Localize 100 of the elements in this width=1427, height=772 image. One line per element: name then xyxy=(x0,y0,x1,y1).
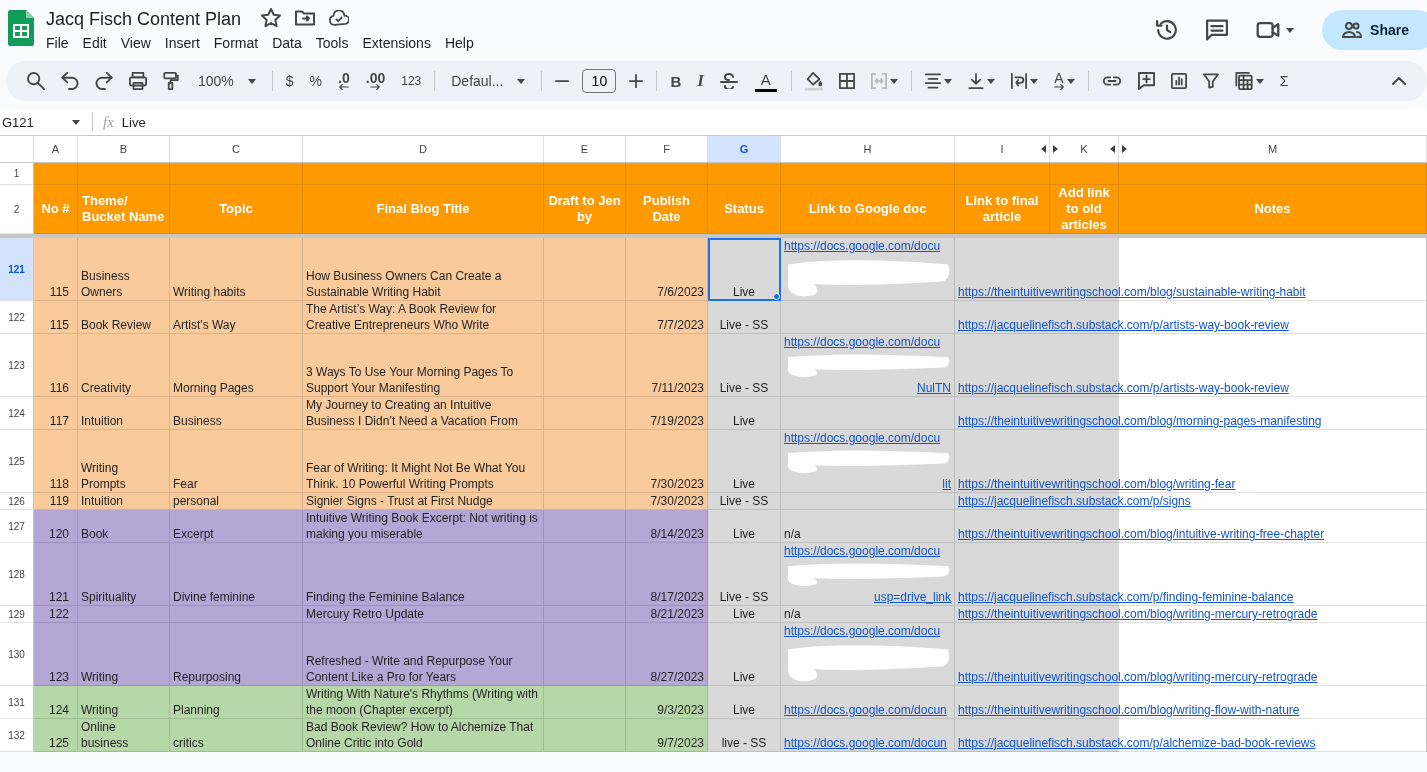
expand-right-icon[interactable] xyxy=(1122,145,1127,153)
row-header[interactable]: 2 xyxy=(0,185,34,234)
fill-handle[interactable] xyxy=(773,293,780,300)
menu-item[interactable]: Help xyxy=(437,31,481,54)
table-cell: 125 xyxy=(34,719,78,752)
row-header[interactable]: 125 xyxy=(0,430,34,493)
text-rotation-button[interactable]: A xyxy=(1046,67,1082,95)
column-header[interactable]: A xyxy=(34,136,78,162)
table-cell: 7/6/2023 xyxy=(626,238,708,301)
article-link[interactable]: https://theintuitivewritingschool.com/blog/morning-pages-manifesting xyxy=(958,413,1322,429)
row-header[interactable]: 127 xyxy=(0,510,34,543)
caret-icon xyxy=(72,119,80,125)
column-header[interactable]: D xyxy=(303,136,544,162)
doc-link[interactable]: https://docs.google.com/docu xyxy=(784,430,951,446)
table-cell: Intuition xyxy=(78,397,170,430)
strikethrough-icon xyxy=(719,73,738,89)
doc-link[interactable]: NulTN xyxy=(917,380,951,396)
decimal-button[interactable]: .00 xyxy=(358,67,393,95)
article-link[interactable]: https://jacquelinefisch.substack.com/p/finding-feminine-balance xyxy=(958,589,1294,605)
version-history-button[interactable] xyxy=(1156,19,1179,41)
doc-link[interactable]: lit xyxy=(942,476,951,492)
expand-right-icon[interactable] xyxy=(1053,145,1058,153)
row-header[interactable]: 124 xyxy=(0,397,34,430)
table-cell: Fear of Writing: It Might Not Be What You Think. 10 Powerful Writing Prompts xyxy=(303,430,544,493)
table-cell: 7/11/2023 xyxy=(626,334,708,397)
table-cell: 7/7/2023 xyxy=(626,301,708,334)
font-size-field[interactable]: 10 xyxy=(582,69,617,93)
article-link[interactable]: https://theintuitivewritingschool.com/blog/intuitive-writing-free-chapter xyxy=(958,526,1325,542)
table-cell: The Artist’s Way: A Book Review for Creative Entrepreneurs Who Write xyxy=(303,301,544,334)
row-header[interactable]: 123 xyxy=(0,334,34,397)
doc-link[interactable]: https://docs.google.com/docu xyxy=(784,334,951,350)
row-header[interactable]: 132 xyxy=(0,719,34,752)
comments-button[interactable] xyxy=(1206,19,1229,41)
dropdown[interactable]: 100% xyxy=(188,67,266,95)
menu-item[interactable]: View xyxy=(113,31,158,54)
formula-value[interactable]: Live xyxy=(121,114,146,130)
dropdown[interactable]: Defaul... xyxy=(441,67,536,95)
article-link[interactable]: https://jacquelinefisch.substack.com/p/signs xyxy=(958,493,1191,509)
menu-item[interactable]: Data xyxy=(265,31,309,54)
article-link[interactable]: https://theintuitivewritingschool.com/blog/writing-fear xyxy=(958,476,1236,492)
menu-item[interactable]: File xyxy=(39,31,76,54)
doc-link[interactable]: https://docs.google.com/docu xyxy=(784,238,951,254)
header-cell: No # xyxy=(34,185,78,234)
row-header[interactable]: 126 xyxy=(0,493,34,510)
table-cell: Book Review xyxy=(78,301,170,334)
toolbar-button[interactable]: $ xyxy=(278,67,301,95)
column-header[interactable]: M xyxy=(1119,136,1427,162)
toolbar-button[interactable]: B xyxy=(663,67,689,95)
column-header[interactable]: C xyxy=(170,136,303,162)
article-link[interactable]: https://jacquelinefisch.substack.com/p/artists-way-book-review xyxy=(958,380,1289,396)
column-header[interactable]: I xyxy=(955,136,1050,162)
toolbar-button[interactable]: Σ xyxy=(1272,67,1296,95)
doc-link[interactable]: https://docs.google.com/docu xyxy=(784,623,951,639)
row-header[interactable]: 121 xyxy=(0,238,34,301)
text-color-button[interactable]: A xyxy=(746,70,785,92)
toolbar-button[interactable]: I xyxy=(690,67,711,95)
menu-item[interactable]: Edit xyxy=(75,31,114,54)
article-link[interactable]: https://theintuitivewritingschool.com/blog/writing-flow-with-nature xyxy=(958,702,1300,718)
redo-icon xyxy=(95,72,113,90)
menu-item[interactable]: Tools xyxy=(308,31,356,54)
column-header[interactable]: B xyxy=(78,136,170,162)
decimal-button[interactable]: .0 xyxy=(331,67,357,95)
document-title[interactable]: Jacq Fisch Content Plan xyxy=(46,6,248,30)
article-link[interactable]: https://theintuitivewritingschool.com/blog/writing-mercury-retrograde xyxy=(958,606,1318,622)
row-header[interactable]: 1 xyxy=(0,163,34,185)
table-cell: Planning xyxy=(170,686,303,719)
decimal-label: .00 xyxy=(365,72,386,84)
doc-link[interactable]: https://docs.google.com/docun xyxy=(784,735,951,751)
doc-link[interactable]: https://docs.google.com/docu xyxy=(784,543,951,559)
expand-left-icon[interactable] xyxy=(1041,145,1046,153)
share-button[interactable]: Share xyxy=(1322,10,1427,50)
row-header[interactable]: 122 xyxy=(0,301,34,334)
row-header[interactable]: 128 xyxy=(0,543,34,606)
name-box[interactable]: G121 xyxy=(0,113,93,131)
menu-item[interactable]: Insert xyxy=(157,31,207,54)
menu-item[interactable]: Format xyxy=(206,31,266,54)
expand-left-icon[interactable] xyxy=(1110,145,1115,153)
column-header[interactable]: G xyxy=(708,136,781,162)
article-link[interactable]: https://jacquelinefisch.substack.com/p/alchemize-bad-book-reviews xyxy=(958,735,1316,751)
toolbar-button[interactable]: 123 xyxy=(394,67,429,95)
toolbar-button[interactable]: % xyxy=(302,67,330,95)
doc-link[interactable]: usp=drive_link xyxy=(873,589,951,605)
meet-button[interactable] xyxy=(1256,22,1295,38)
row-header[interactable]: 131 xyxy=(0,686,34,719)
article-link[interactable]: https://jacquelinefisch.substack.com/p/artists-way-book-review xyxy=(958,317,1289,333)
table-cell: n/a xyxy=(781,510,955,543)
article-link[interactable]: https://theintuitivewritingschool.com/blog/sustainable-writing-habit xyxy=(958,284,1306,300)
column-header[interactable]: K xyxy=(1050,136,1119,162)
column-header[interactable]: H xyxy=(781,136,955,162)
star-icon xyxy=(261,8,282,28)
table-cell: Business xyxy=(170,397,303,430)
header-cell xyxy=(34,163,78,185)
table-cell: Creativity xyxy=(78,334,170,397)
column-header[interactable]: E xyxy=(544,136,626,162)
doc-link[interactable]: https://docs.google.com/docun xyxy=(784,702,951,718)
table-cell: Divine feminine xyxy=(170,543,303,606)
article-link[interactable]: https://theintuitivewritingschool.com/blog/writing-mercury-retrograde xyxy=(958,669,1318,685)
menu-item[interactable]: Extensions xyxy=(355,31,438,54)
row-header[interactable]: 130 xyxy=(0,623,34,686)
row-header[interactable]: 129 xyxy=(0,606,34,623)
